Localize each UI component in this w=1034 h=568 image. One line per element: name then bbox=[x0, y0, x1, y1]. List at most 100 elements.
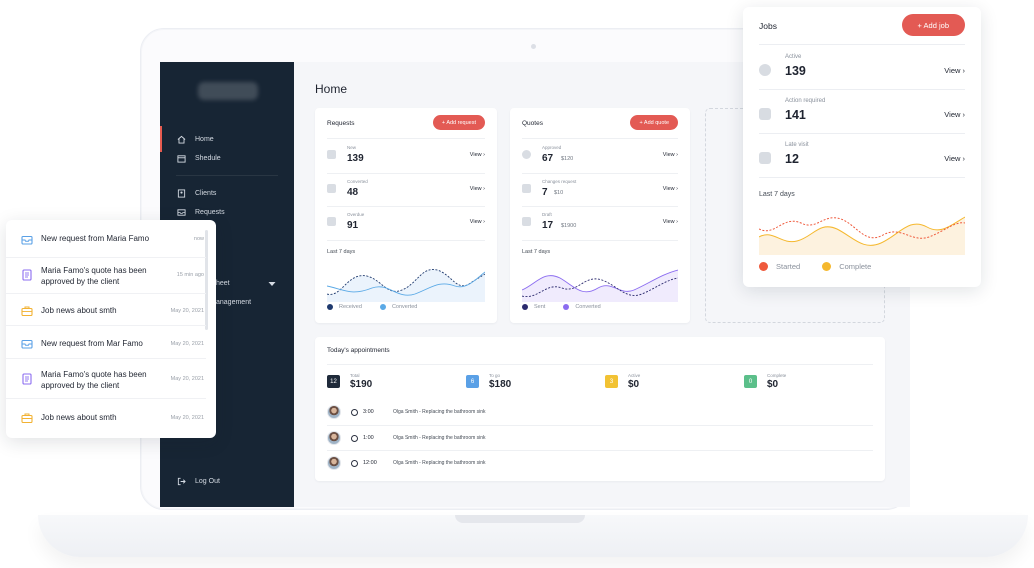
card-divider bbox=[759, 133, 965, 134]
row-value: 48 bbox=[347, 187, 359, 198]
sidebar-item-clients[interactable]: Clients bbox=[176, 188, 216, 198]
legend-item: Sent bbox=[522, 304, 545, 310]
legend-item: Received bbox=[327, 304, 362, 310]
row-label: Draft bbox=[542, 212, 552, 217]
row-value: 91 bbox=[347, 220, 359, 231]
sidebar-item-label: heet bbox=[216, 280, 230, 287]
row-label: Late visit bbox=[785, 142, 809, 148]
view-link[interactable]: View › bbox=[470, 219, 485, 225]
inbox-icon bbox=[21, 234, 33, 246]
jobs-title: Jobs bbox=[759, 21, 777, 31]
requests-card: Requests + Add request New 139 View › Co… bbox=[315, 108, 497, 323]
row-amount: $10 bbox=[554, 190, 564, 196]
sidebar-item-label: Requests bbox=[195, 208, 225, 216]
stat-to-go: 6 To go $180 bbox=[466, 373, 596, 395]
card-divider bbox=[759, 44, 965, 45]
row-value: 12 bbox=[785, 152, 799, 166]
view-link[interactable]: View › bbox=[663, 186, 678, 192]
notification-text: Job news about smth bbox=[41, 413, 117, 422]
legend-item: Started bbox=[759, 262, 800, 271]
avatar bbox=[327, 431, 341, 445]
card-divider bbox=[522, 240, 678, 241]
appointment-row[interactable]: 1:00 Olga Smith - Replacing the bathroom… bbox=[327, 426, 873, 450]
requests-icon bbox=[176, 207, 186, 217]
sidebar-item-management[interactable]: anagement bbox=[216, 299, 251, 306]
clock-icon bbox=[759, 64, 771, 76]
notification-time: May 20, 2021 bbox=[170, 415, 204, 421]
row-label: Overdue bbox=[347, 212, 365, 217]
notification-item[interactable]: Job news about smth May 20, 2021 bbox=[6, 294, 206, 326]
view-link[interactable]: View › bbox=[944, 110, 965, 119]
stat-label: Total bbox=[350, 373, 360, 378]
row-label: Changes request bbox=[542, 179, 577, 184]
requests-row-converted: Converted 48 View › bbox=[327, 176, 485, 206]
sidebar-item-schedule[interactable]: Shedule bbox=[176, 153, 221, 163]
row-value: 141 bbox=[785, 108, 806, 122]
row-amount: $1900 bbox=[561, 223, 577, 229]
row-label: New bbox=[347, 145, 357, 150]
card-divider bbox=[327, 138, 485, 139]
clients-icon bbox=[176, 188, 186, 198]
notification-text: New request from Maria Famo bbox=[41, 234, 150, 243]
view-link[interactable]: View › bbox=[663, 219, 678, 225]
quotes-sparkline bbox=[522, 269, 678, 302]
notification-item[interactable]: New request from Maria Famo now bbox=[6, 220, 206, 258]
sidebar-item-label: Shedule bbox=[195, 154, 221, 162]
sidebar-item-requests[interactable]: Requests bbox=[176, 207, 225, 217]
logout-icon bbox=[176, 476, 186, 486]
stat-active: 3 Active $0 bbox=[605, 373, 735, 395]
add-job-button[interactable]: + Add job bbox=[901, 14, 965, 36]
notification-item[interactable]: Maria Famo's quote has been approved by … bbox=[6, 258, 206, 294]
appointments-title: Today's appointments bbox=[327, 347, 390, 354]
card-divider bbox=[522, 206, 678, 207]
notification-text: Job news about smth bbox=[41, 306, 117, 315]
hourglass-icon bbox=[327, 217, 336, 226]
chevron-down-icon[interactable] bbox=[268, 281, 276, 287]
jobs-sparkline bbox=[759, 216, 965, 255]
requests-title: Requests bbox=[327, 120, 355, 127]
row-value: 7 bbox=[542, 187, 548, 198]
add-quote-button[interactable]: + Add quote bbox=[630, 115, 678, 130]
jobs-row-action-required: Action required 141 View › bbox=[759, 94, 965, 138]
notification-item[interactable]: Job news about smth May 20, 2021 bbox=[6, 399, 206, 438]
sidebar-item-home[interactable]: Home bbox=[176, 134, 214, 144]
notification-time: May 20, 2021 bbox=[170, 376, 204, 382]
legend-item: Converted bbox=[379, 304, 417, 310]
converted-icon bbox=[327, 184, 336, 193]
view-link[interactable]: View › bbox=[663, 152, 678, 158]
logout-button[interactable]: Log Out bbox=[176, 476, 220, 486]
appointment-row[interactable]: 3:00 Olga Smith - Replacing the bathroom… bbox=[327, 400, 873, 424]
count-badge: 0 bbox=[744, 375, 757, 388]
add-request-button[interactable]: + Add request bbox=[432, 115, 485, 130]
avatar bbox=[327, 456, 341, 470]
stat-value: $0 bbox=[767, 379, 779, 390]
card-divider bbox=[759, 177, 965, 178]
laptop-notch bbox=[455, 515, 585, 523]
requests-row-new: New 139 View › bbox=[327, 142, 485, 172]
appointment-row[interactable]: 12:00 Olga Smith - Replacing the bathroo… bbox=[327, 451, 873, 475]
last-days-label: Last 7 days bbox=[327, 249, 356, 255]
stat-value: $190 bbox=[350, 379, 373, 390]
sidebar-item-label: anagement bbox=[216, 299, 252, 306]
card-divider bbox=[327, 364, 873, 365]
stat-label: Active bbox=[628, 373, 641, 378]
view-link[interactable]: View › bbox=[470, 186, 485, 192]
sidebar-item-timesheet[interactable]: heet bbox=[216, 280, 230, 287]
view-link[interactable]: View › bbox=[944, 66, 965, 75]
appointments-card: Today's appointments 12 Total $190 6 To … bbox=[315, 337, 885, 481]
view-link[interactable]: View › bbox=[944, 154, 965, 163]
home-icon bbox=[176, 134, 186, 144]
stat-label: Complete bbox=[767, 373, 787, 378]
view-link[interactable]: View › bbox=[470, 152, 485, 158]
appointment-desc: Olga Smith - Replacing the bathroom sink bbox=[393, 409, 486, 415]
last-days-label: Last 7 days bbox=[522, 249, 551, 255]
notification-item[interactable]: Maria Famo's quote has been approved by … bbox=[6, 359, 206, 399]
row-value: 67 bbox=[542, 153, 554, 164]
appointment-time: 3:00 bbox=[363, 409, 374, 415]
notifications-panel: New request from Maria Famo now Maria Fa… bbox=[6, 220, 216, 438]
notification-item[interactable]: New request from Mar Famo May 20, 2021 bbox=[6, 326, 206, 359]
count-badge: 3 bbox=[605, 375, 618, 388]
app-logo bbox=[198, 82, 258, 100]
row-label: Active bbox=[785, 54, 802, 60]
notification-time: 15 min ago bbox=[176, 272, 204, 278]
